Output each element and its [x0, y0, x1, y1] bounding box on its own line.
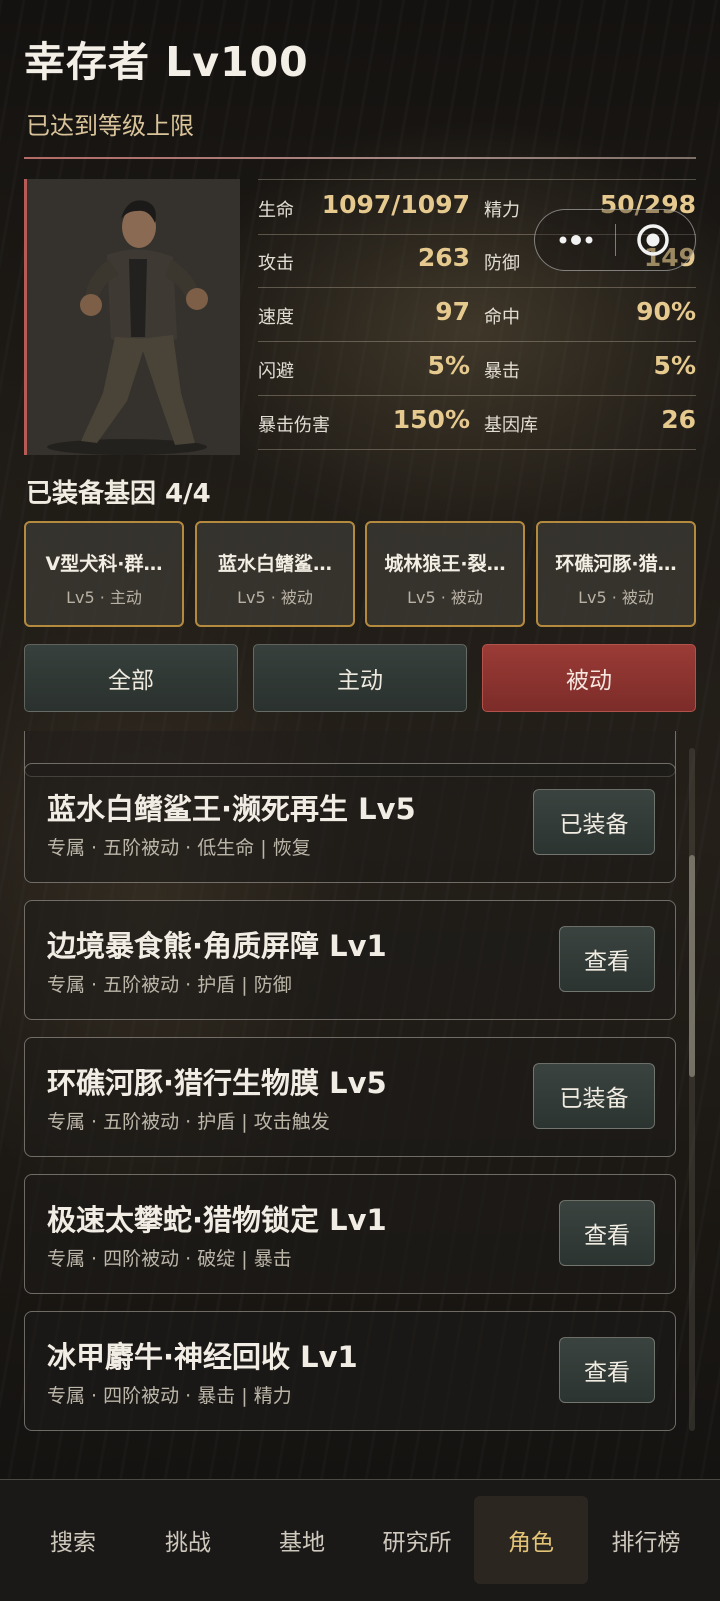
stat-label: 攻击: [258, 253, 294, 274]
scrollbar-track[interactable]: [689, 748, 695, 1431]
stat-gene-bank: 基因库 26: [484, 395, 696, 449]
stat-value: 26: [661, 405, 696, 434]
stat-value: 5%: [427, 351, 470, 380]
level-cap-status: 已达到等级上限: [26, 112, 194, 140]
gene-title: 冰甲麝牛·神经回收 Lv1: [47, 1340, 358, 1374]
stat-speed: 速度 97: [258, 287, 470, 341]
view-button[interactable]: 查看: [559, 1200, 655, 1266]
gene-slot-meta: Lv5 · 主动: [66, 588, 142, 607]
stat-label: 速度: [258, 307, 294, 328]
gene-slot-name: 环礁河豚·猎…: [555, 553, 677, 575]
tab-search[interactable]: 搜索: [16, 1496, 130, 1584]
stat-label: 暴击: [484, 361, 520, 382]
gene-title: 极速太攀蛇·猎物锁定 Lv1: [47, 1203, 387, 1237]
gene-slot-meta: Lv5 · 被动: [578, 588, 654, 607]
stat-value: 1097/1097: [321, 190, 470, 219]
gene-title: 边境暴食熊·角质屏障 Lv1: [47, 929, 387, 963]
stat-value: 150%: [392, 405, 470, 434]
gene-desc: 专属 · 四阶被动 · 暴击 | 精力: [47, 1385, 292, 1407]
gene-title: 蓝水白鳍鲨王·濒死再生 Lv5: [47, 792, 416, 826]
gene-desc: 专属 · 五阶被动 · 护盾 | 防御: [47, 974, 292, 996]
stat-value: 263: [417, 243, 470, 272]
mini-program-capsule: [534, 209, 696, 271]
stat-label: 基因库: [484, 415, 538, 436]
list-item: 蓝水白鳍鲨王·濒死再生 Lv5 专属 · 五阶被动 · 低生命 | 恢复 已装备: [24, 763, 676, 883]
view-button[interactable]: 查看: [559, 926, 655, 992]
gene-slot-name: V型犬科·群…: [45, 553, 163, 575]
stat-crit: 暴击 5%: [484, 341, 696, 395]
gene-desc: 专属 · 五阶被动 · 低生命 | 恢复: [47, 837, 311, 859]
view-button[interactable]: 查看: [559, 1337, 655, 1403]
tab-challenge[interactable]: 挑战: [131, 1496, 245, 1584]
stat-label: 命中: [484, 307, 520, 328]
stat-value: 5%: [653, 351, 696, 380]
list-item: 边境暴食熊·角质屏障 Lv1 专属 · 五阶被动 · 护盾 | 防御 查看: [24, 900, 676, 1020]
stat-dodge: 闪避 5%: [258, 341, 470, 395]
equipped-button[interactable]: 已装备: [533, 1063, 655, 1129]
stat-label: 生命: [258, 200, 294, 221]
stat-label: 防御: [484, 253, 520, 274]
gene-slot-name: 蓝水白鳍鲨…: [217, 553, 332, 575]
more-dots-icon[interactable]: [557, 228, 597, 252]
stat-value: 90%: [636, 297, 696, 326]
gene-slot-meta: Lv5 · 被动: [237, 588, 313, 607]
tab-base[interactable]: 基地: [245, 1496, 359, 1584]
stat-value: 97: [435, 297, 470, 326]
list-item: 环礁河豚·猎行生物膜 Lv5 专属 · 五阶被动 · 护盾 | 攻击触发 已装备: [24, 1037, 676, 1157]
gene-slot-meta: Lv5 · 被动: [407, 588, 483, 607]
equipped-genes-heading: 已装备基因 4/4: [26, 479, 211, 509]
stat-row: 闪避 5% 暴击 5%: [258, 341, 696, 396]
tab-research[interactable]: 研究所: [360, 1496, 474, 1584]
stat-attack: 攻击 263: [258, 233, 470, 287]
stat-hit: 命中 90%: [484, 287, 696, 341]
gene-title: 环礁河豚·猎行生物膜 Lv5: [47, 1066, 387, 1100]
gene-desc: 专属 · 五阶被动 · 护盾 | 攻击触发: [47, 1111, 330, 1133]
header-divider: [24, 157, 696, 159]
stat-label: 暴击伤害: [258, 415, 330, 436]
survivor-figure: [27, 179, 240, 455]
stat-row: 速度 97 命中 90%: [258, 287, 696, 342]
stat-label: 闪避: [258, 361, 294, 382]
gene-slot[interactable]: 城林狼王·裂… Lv5 · 被动: [365, 521, 525, 627]
list-item: 极速太攀蛇·猎物锁定 Lv1 专属 · 四阶被动 · 破绽 | 暴击 查看: [24, 1174, 676, 1294]
capsule-divider: [615, 224, 616, 256]
filter-all-button[interactable]: 全部: [24, 644, 238, 712]
page-title: 幸存者 Lv100: [24, 38, 309, 86]
equipped-button[interactable]: 已装备: [533, 789, 655, 855]
character-portrait: [24, 179, 240, 455]
gene-slot[interactable]: V型犬科·群… Lv5 · 主动: [24, 521, 184, 627]
bottom-tab-bar: 搜索 挑战 基地 研究所 角色 排行榜: [0, 1479, 720, 1601]
gene-slot[interactable]: 环礁河豚·猎… Lv5 · 被动: [536, 521, 696, 627]
filter-active-button[interactable]: 主动: [253, 644, 467, 712]
gene-slot-name: 城林狼王·裂…: [384, 553, 506, 575]
filter-passive-button[interactable]: 被动: [482, 644, 696, 712]
stat-crit-damage: 暴击伤害 150%: [258, 395, 470, 449]
gene-desc: 专属 · 四阶被动 · 破绽 | 暴击: [47, 1248, 292, 1270]
tab-character[interactable]: 角色: [474, 1496, 588, 1584]
close-mini-program-icon[interactable]: [635, 222, 671, 258]
gene-list[interactable]: 蓝水白鳍鲨王·濒死再生 Lv5 专属 · 五阶被动 · 低生命 | 恢复 已装备…: [24, 731, 676, 1431]
tab-leaderboard[interactable]: 排行榜: [589, 1496, 703, 1584]
stat-label: 精力: [484, 200, 520, 221]
list-item: 冰甲麝牛·神经回收 Lv1 专属 · 四阶被动 · 暴击 | 精力 查看: [24, 1311, 676, 1431]
scrollbar-thumb[interactable]: [689, 855, 695, 1077]
stat-row: 暴击伤害 150% 基因库 26: [258, 395, 696, 450]
stat-hp: 生命 1097/1097: [258, 180, 470, 234]
gene-slot[interactable]: 蓝水白鳍鲨… Lv5 · 被动: [195, 521, 355, 627]
